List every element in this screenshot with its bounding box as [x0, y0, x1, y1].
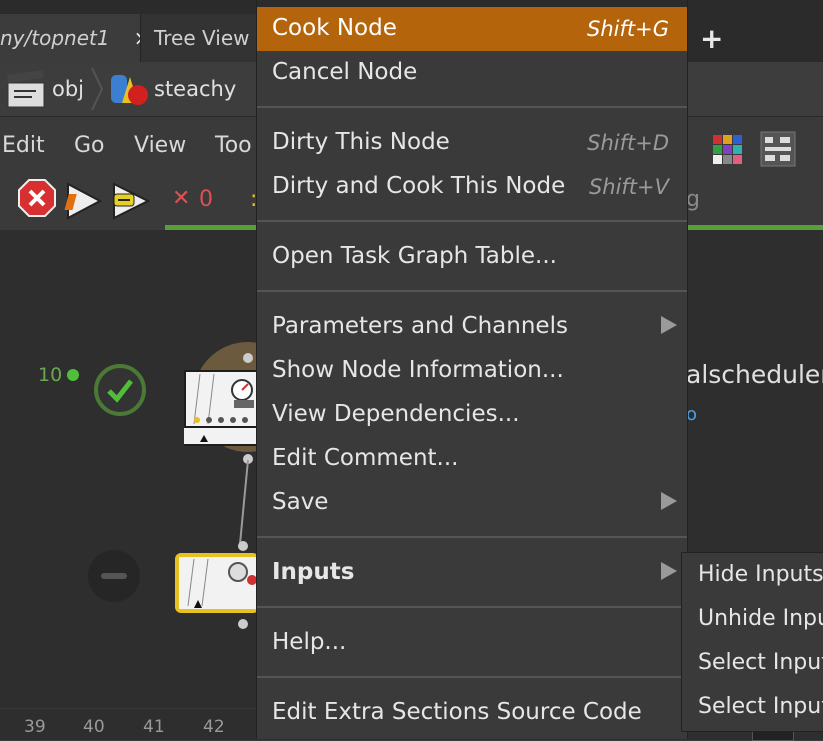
menu-edit[interactable]: Edit — [2, 133, 45, 158]
menu-tools[interactable]: Too — [215, 133, 252, 158]
breadcrumb-obj[interactable]: obj — [6, 62, 84, 116]
menu-item-label: Inputs — [272, 559, 355, 585]
menu-item-label: Dirty This Node — [272, 129, 450, 155]
complete-check-icon[interactable] — [92, 362, 148, 418]
submenu-arrow-icon — [661, 316, 677, 334]
menu-separator — [257, 676, 687, 678]
menu-item-view-dependencies[interactable]: View Dependencies... — [257, 393, 687, 437]
cancel-cook-icon[interactable] — [18, 179, 56, 217]
menu-item-label: Dirty and Cook This Node — [272, 173, 566, 199]
inputs-submenu: Hide Inputs Unhide Inpu Select Input Sel… — [681, 552, 823, 732]
menu-go[interactable]: Go — [74, 133, 105, 158]
menu-separator — [257, 536, 687, 538]
menu-item-label: Cook Node — [272, 15, 397, 41]
menu-item-parameters-channels[interactable]: Parameters and Channels — [257, 305, 687, 349]
menu-item-edit-comment[interactable]: Edit Comment... — [257, 437, 687, 481]
bypass-icon[interactable] — [86, 548, 142, 604]
status-dot-icon — [67, 369, 79, 381]
failed-count: 0 — [199, 187, 213, 212]
submenu-arrow-icon — [661, 492, 677, 510]
menu-separator — [257, 606, 687, 608]
clapperboard-icon — [6, 70, 45, 108]
menu-item-dirty-cook-node[interactable]: Dirty and Cook This Node Shift+V — [257, 165, 687, 209]
breadcrumb-obj-label: obj — [52, 77, 85, 101]
breadcrumb-steachy[interactable]: steachy — [108, 62, 236, 116]
menu-item-dirty-node[interactable]: Dirty This Node Shift+D — [257, 121, 687, 165]
frame-number: 42 — [203, 717, 225, 737]
submenu-item-select-input[interactable]: Select Input — [698, 694, 823, 719]
tab-network[interactable]: ny/topnet1 × — [0, 14, 150, 62]
tab-network-label: ny/topnet1 — [0, 26, 110, 50]
menu-item-label: Cancel Node — [272, 59, 418, 85]
shape-palette-icon[interactable] — [760, 131, 796, 167]
menu-item-show-node-info[interactable]: Show Node Information... — [257, 349, 687, 393]
tab-tree-view-label: Tree View — [154, 26, 250, 50]
menu-item-cook-node[interactable]: Cook Node Shift+G — [257, 7, 687, 51]
cook-selected-icon[interactable] — [110, 182, 152, 220]
tab-tree-view[interactable]: Tree View — [140, 14, 256, 62]
menu-item-edit-extra-sections[interactable]: Edit Extra Sections Source Code — [257, 691, 687, 735]
menu-item-label: Show Node Information... — [272, 357, 564, 383]
geometry-icon — [111, 75, 148, 105]
menu-item-label: Save — [272, 489, 329, 515]
submenu-item-unhide-inputs[interactable]: Unhide Inpu — [698, 606, 823, 631]
menu-item-shortcut: Shift+V — [588, 175, 669, 199]
menu-item-save[interactable]: Save — [257, 481, 687, 525]
menu-item-shortcut: Shift+G — [587, 17, 669, 41]
breadcrumb-steachy-label: steachy — [154, 77, 237, 101]
scheduler-node-label: alscheduler — [686, 360, 823, 389]
menu-separator — [257, 106, 687, 108]
submenu-item-select-input[interactable]: Select Input — [698, 650, 823, 675]
menu-item-help[interactable]: Help... — [257, 621, 687, 665]
menu-item-label: Edit Extra Sections Source Code — [272, 699, 642, 725]
breadcrumb-separator-icon — [91, 67, 104, 111]
cook-output-icon[interactable] — [64, 182, 104, 220]
frame-number: 39 — [24, 717, 46, 737]
frame-number: 40 — [83, 717, 105, 737]
menu-item-label: Help... — [272, 629, 347, 655]
toolbar-right-tag: g — [686, 187, 700, 212]
menu-item-cancel-node[interactable]: Cancel Node — [257, 51, 687, 95]
menu-item-label: Edit Comment... — [272, 445, 459, 471]
menu-item-label: View Dependencies... — [272, 401, 520, 427]
menu-separator — [257, 290, 687, 292]
add-tab[interactable]: + — [686, 14, 823, 62]
menu-item-label: Open Task Graph Table... — [272, 243, 557, 269]
plus-icon[interactable]: + — [700, 22, 723, 55]
work-item-count: 10 — [38, 364, 63, 386]
failed-icon: ✕ — [172, 186, 191, 211]
menu-item-label: Parameters and Channels — [272, 313, 568, 339]
frame-number: 41 — [143, 717, 165, 737]
menu-view[interactable]: View — [134, 133, 186, 158]
node-wire — [239, 460, 249, 545]
menu-item-inputs[interactable]: Inputs — [257, 551, 687, 595]
submenu-arrow-icon — [661, 562, 677, 580]
submenu-item-hide-inputs[interactable]: Hide Inputs — [698, 562, 823, 587]
node-context-menu: Cook Node Shift+G Cancel Node Dirty This… — [256, 0, 688, 739]
task-node-selected[interactable] — [172, 538, 262, 634]
menu-item-open-task-graph[interactable]: Open Task Graph Table... — [257, 235, 687, 279]
scheduler-node[interactable] — [180, 342, 260, 472]
color-palette-icon[interactable] — [711, 133, 745, 167]
menu-item-shortcut: Shift+D — [587, 131, 669, 155]
menu-separator — [257, 220, 687, 222]
